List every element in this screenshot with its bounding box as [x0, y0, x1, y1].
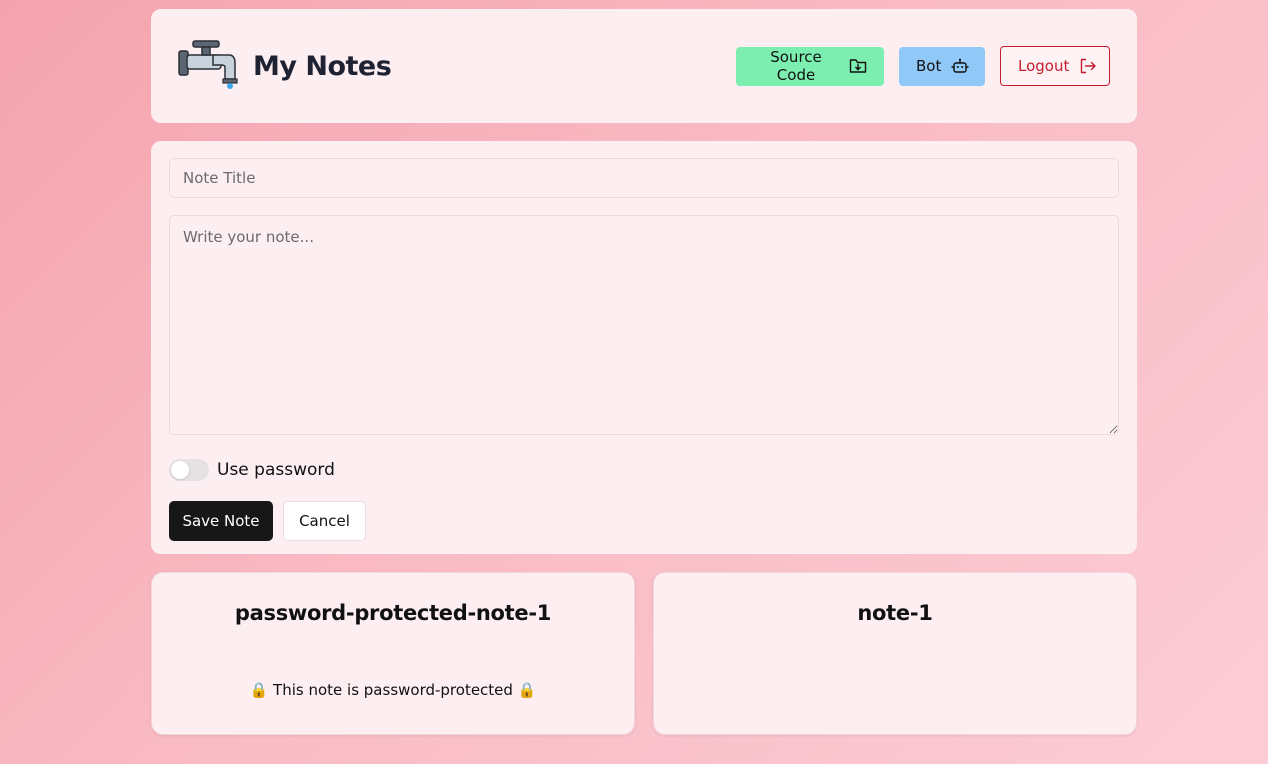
note-title: note-1: [857, 601, 933, 625]
toggle-knob: [171, 461, 189, 479]
header-actions: Source Code Bot Logout: [736, 46, 1110, 86]
bot-label: Bot: [916, 57, 942, 75]
brand: My Notes: [177, 39, 392, 93]
password-toggle-row: Use password: [169, 457, 1119, 483]
note-card[interactable]: note-1: [653, 572, 1137, 735]
password-toggle[interactable]: [169, 459, 209, 481]
cancel-button[interactable]: Cancel: [283, 501, 366, 541]
faucet-icon: [177, 39, 239, 93]
page-title: My Notes: [253, 50, 392, 82]
save-note-button[interactable]: Save Note: [169, 501, 273, 541]
notes-grid: password-protected-note-1 🔒 This note is…: [151, 572, 1137, 735]
note-title: password-protected-note-1: [234, 601, 552, 625]
bot-button[interactable]: Bot: [899, 46, 985, 86]
logout-button[interactable]: Logout: [1000, 46, 1110, 86]
note-title-input[interactable]: [169, 158, 1119, 198]
folder-download-icon: [849, 58, 867, 74]
note-body-input[interactable]: [169, 215, 1119, 435]
app-header: My Notes Source Code Bot Logout: [151, 9, 1137, 123]
logout-icon: [1079, 58, 1097, 74]
app-container: My Notes Source Code Bot Logout Note Tit…: [151, 9, 1137, 735]
editor-actions: Save Note Cancel: [169, 501, 1119, 541]
source-code-label: Source Code: [770, 48, 822, 84]
note-card[interactable]: password-protected-note-1 🔒 This note is…: [151, 572, 635, 735]
logout-label: Logout: [1018, 57, 1070, 75]
note-editor: Use password Save Note Cancel: [151, 141, 1137, 554]
source-code-button[interactable]: Source Code: [736, 46, 884, 86]
note-locked-message: 🔒 This note is password-protected 🔒: [249, 681, 537, 699]
password-toggle-label: Use password: [217, 460, 335, 480]
robot-icon: [951, 58, 970, 74]
